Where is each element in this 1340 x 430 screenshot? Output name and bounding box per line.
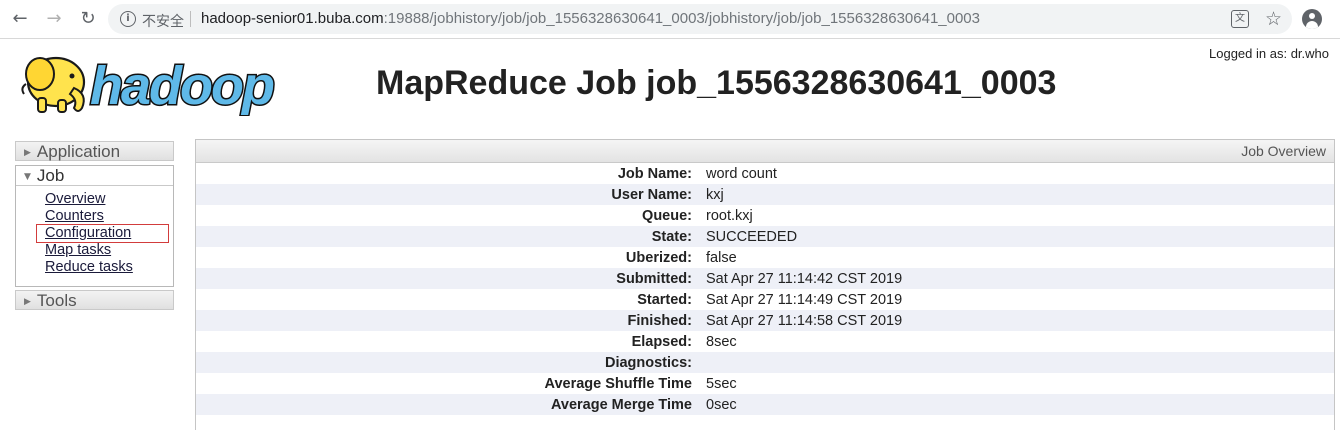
row-label: Finished: (627, 312, 692, 329)
caret-down-icon: ▼ (24, 171, 31, 182)
panel-title: Job Overview (196, 140, 1334, 163)
row-label: Started: (637, 291, 692, 308)
row-label: User Name: (611, 186, 692, 203)
sidebar-link-overview[interactable]: Overview (45, 191, 173, 208)
table-row: State: SUCCEEDED (196, 226, 1334, 247)
row-value: kxj (706, 186, 724, 203)
job-overview-panel: Job Overview Job Name: word count User Na… (195, 139, 1335, 430)
reload-icon[interactable]: ↻ (76, 7, 100, 31)
row-value: root.kxj (706, 207, 753, 224)
sidebar-link-map-tasks[interactable]: Map tasks (45, 242, 173, 259)
logged-in-status: Logged in as: dr.who (1209, 46, 1329, 61)
row-label: Elapsed: (631, 333, 692, 350)
table-row: Average Merge Time 0sec (196, 394, 1334, 415)
url-host: hadoop-senior01.buba.com (201, 10, 384, 27)
row-label: Average Shuffle Time (544, 375, 692, 392)
arrow-right-icon[interactable]: → (42, 7, 66, 31)
sidebar-section-label: Application (36, 142, 121, 161)
row-label: Submitted: (616, 270, 692, 287)
table-row: Elapsed: 8sec (196, 331, 1334, 352)
row-label: Queue: (642, 207, 692, 224)
row-label: Diagnostics: (604, 354, 692, 371)
table-row: Job Name: word count (196, 163, 1334, 184)
arrow-left-icon[interactable]: ← (8, 7, 32, 31)
account-icon[interactable] (1302, 9, 1322, 29)
row-value: 0sec (706, 396, 737, 413)
insecure-label[interactable]: 不安全 (142, 11, 184, 31)
row-value: false (706, 249, 737, 266)
sidebar: ▶ Application ▼ Job Overview Counters Conf… (15, 141, 174, 310)
sidebar-link-reduce-tasks[interactable]: Reduce tasks (45, 259, 173, 276)
table-row: Submitted: Sat Apr 27 11:14:42 CST 2019 (196, 268, 1334, 289)
url-divider (190, 11, 191, 27)
hadoop-elephant-logo[interactable]: hadoop (16, 44, 316, 116)
job-links: Overview Counters Configuration Map task… (16, 186, 173, 276)
row-label: State: (651, 228, 692, 245)
table-row: Average Shuffle Time 5sec (196, 373, 1334, 394)
star-icon[interactable]: ☆ (1265, 8, 1282, 30)
job-info-table: Job Name: word count User Name: kxj Queue:… (196, 163, 1334, 415)
sidebar-section-label: Job (36, 166, 65, 185)
table-row: Started: Sat Apr 27 11:14:49 CST 2019 (196, 289, 1334, 310)
url-text[interactable]: hadoop-senior01.buba.com:19888/jobhistor… (201, 10, 980, 27)
page-title: MapReduce Job job_1556328630641_0003 (376, 64, 1057, 102)
sidebar-link-counters[interactable]: Counters (45, 208, 173, 225)
address-bar[interactable]: i 不安全 hadoop-senior01.buba.com:19888/job… (108, 4, 1292, 34)
table-row: Uberized: false (196, 247, 1334, 268)
row-label: Uberized: (625, 249, 692, 266)
logo-wordmark: hadoop (90, 56, 274, 116)
sidebar-link-configuration[interactable]: Configuration (36, 224, 169, 243)
row-label: Job Name: (617, 165, 692, 182)
caret-right-icon: ▶ (24, 296, 31, 307)
sidebar-section-label: Tools (36, 291, 77, 310)
row-value (706, 352, 1334, 373)
row-value: Sat Apr 27 11:14:58 CST 2019 (706, 312, 903, 329)
caret-right-icon: ▶ (24, 147, 31, 158)
sidebar-section-job: ▼ Job Overview Counters Configuration Map… (15, 165, 174, 287)
table-row: User Name: kxj (196, 184, 1334, 205)
row-label: Average Merge Time (550, 396, 692, 413)
browser-toolbar: ← → ↻ i 不安全 hadoop-senior01.buba.com:198… (0, 0, 1340, 39)
table-row: Diagnostics: (196, 352, 1334, 373)
url-path: :19888/jobhistory/job/job_1556328630641_… (383, 10, 980, 27)
row-value: SUCCEEDED (706, 228, 798, 245)
row-value: Sat Apr 27 11:14:42 CST 2019 (706, 270, 903, 287)
row-value: 8sec (706, 333, 737, 350)
row-value: Sat Apr 27 11:14:49 CST 2019 (706, 291, 903, 308)
row-value: word count (706, 165, 777, 182)
sidebar-section-application[interactable]: ▶ Application (15, 141, 174, 161)
info-icon[interactable]: i (120, 11, 136, 27)
sidebar-section-job-header[interactable]: ▼ Job (16, 166, 173, 186)
table-row: Queue: root.kxj (196, 205, 1334, 226)
row-value: 5sec (706, 375, 737, 392)
sidebar-section-tools[interactable]: ▶ Tools (15, 290, 174, 310)
table-row: Finished: Sat Apr 27 11:14:58 CST 2019 (196, 310, 1334, 331)
translate-icon[interactable]: 文 (1231, 10, 1249, 28)
